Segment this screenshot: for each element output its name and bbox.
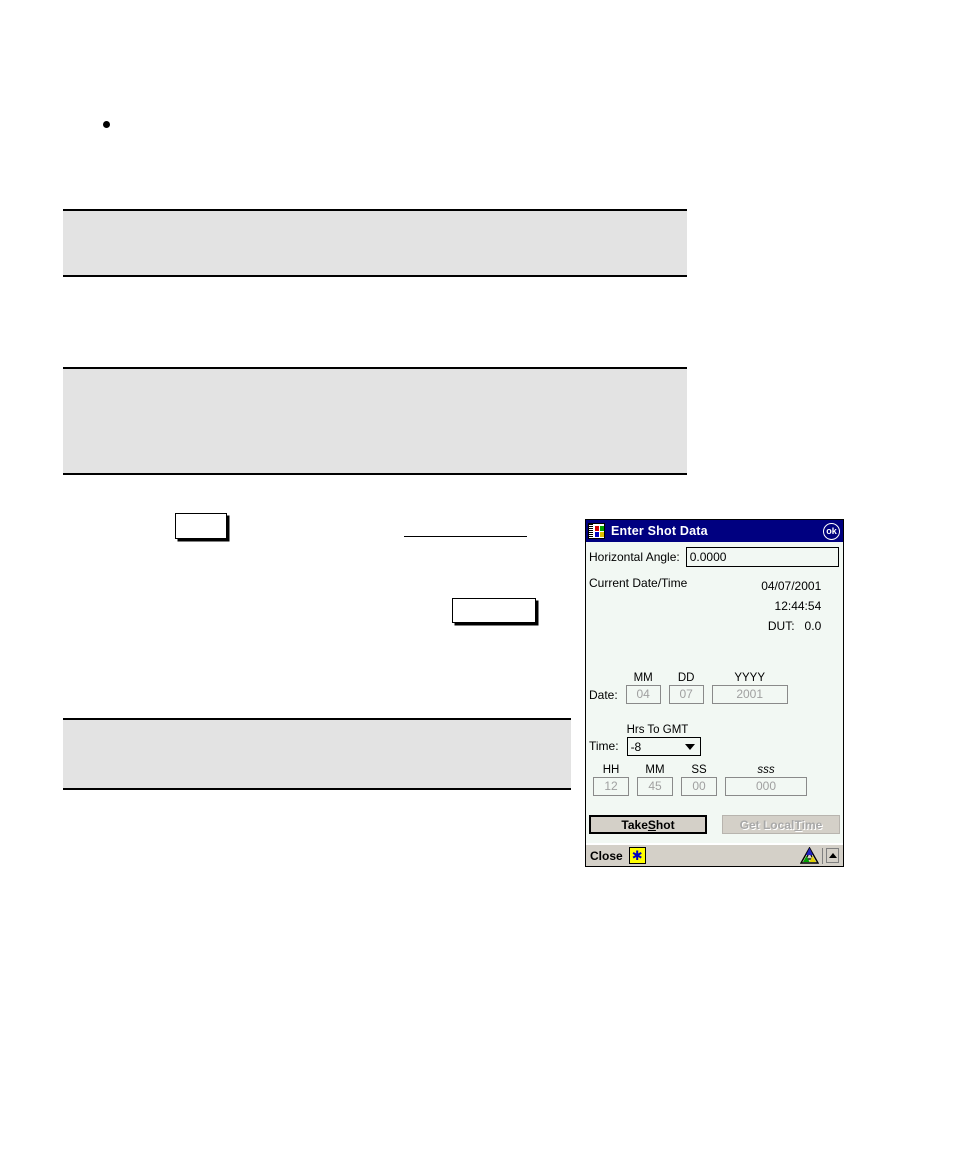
date-day-caption: DD (677, 672, 695, 684)
date-year-input[interactable]: 2001 (711, 685, 788, 704)
time-millisecond-caption: sss (757, 764, 775, 776)
take-shot-accel-key: S (647, 817, 656, 832)
dialog-client-area: Horizontal Angle: 0.0000 Current Date/Ti… (586, 542, 843, 839)
date-year-group: YYYY 2001 (711, 672, 788, 704)
dialog-button-bar: Take Shot Get Local Time (586, 815, 843, 834)
empty-box-1 (175, 513, 227, 539)
bullet-marker (103, 121, 110, 128)
taskbar-close-button[interactable]: Close (590, 849, 623, 863)
chevron-down-icon (684, 743, 695, 750)
date-month-group: MM 04 (625, 672, 661, 704)
taskbar-divider (822, 847, 823, 864)
time-hour-input[interactable]: 12 (593, 777, 629, 796)
gmt-offset-group: Hrs To GMT -8 (626, 724, 701, 756)
time-second-input[interactable]: 00 (681, 777, 717, 796)
date-year-caption: YYYY (734, 672, 766, 684)
redacted-block-1 (63, 209, 687, 277)
redacted-block-2 (63, 367, 687, 475)
survey-triangle-icon[interactable] (799, 846, 820, 864)
horizontal-angle-row: Horizontal Angle: 0.0000 (586, 542, 843, 567)
horizontal-angle-input[interactable]: 0.0000 (685, 547, 839, 567)
current-date-value: 04/07/2001 (761, 579, 822, 593)
up-arrow-icon[interactable] (826, 848, 839, 863)
time-label: Time: (589, 739, 619, 753)
dut-value: DUT: 0.0 (767, 619, 822, 633)
date-month-caption: MM (633, 672, 653, 684)
get-local-time-button[interactable]: Get Local Time (722, 815, 840, 834)
time-minute-input[interactable]: 45 (637, 777, 673, 796)
date-day-group: DD 07 (668, 672, 704, 704)
book-icon (588, 523, 605, 539)
time-hour-caption: HH (602, 764, 620, 776)
enter-shot-data-dialog: Enter Shot Data ok Horizontal Angle: 0.0… (585, 519, 844, 867)
date-section: Date: MM 04 DD 07 YYYY 2001 (586, 672, 843, 704)
time-hour-group: HH 12 (593, 764, 629, 796)
gmt-offset-caption: Hrs To GMT (626, 724, 689, 736)
time-section: Time: Hrs To GMT -8 (586, 724, 843, 756)
horizontal-rule (404, 536, 527, 537)
gmt-offset-select[interactable]: -8 (626, 737, 701, 756)
time-minute-group: MM 45 (637, 764, 673, 796)
dialog-titlebar: Enter Shot Data ok (586, 520, 843, 542)
time-minute-caption: MM (645, 764, 665, 776)
take-shot-label-pre: Take (621, 817, 648, 832)
current-datetime-values: 04/07/2001 12:44:54 DUT: 0.0 (699, 576, 821, 636)
get-local-time-accel-key: T (794, 817, 802, 832)
time-millisecond-group: sss 000 (725, 764, 807, 796)
get-local-time-label-post: ime (801, 817, 823, 832)
get-local-time-label-pre: Get Local (739, 817, 795, 832)
take-shot-button[interactable]: Take Shot (589, 815, 707, 834)
current-datetime-label: Current Date/Time (589, 576, 688, 590)
current-datetime-row: Current Date/Time 04/07/2001 12:44:54 DU… (586, 567, 843, 636)
redacted-block-3 (63, 718, 571, 790)
time-millisecond-input[interactable]: 000 (725, 777, 807, 796)
ok-button[interactable]: ok (823, 522, 840, 540)
taskbar: Close ✱ (586, 843, 843, 866)
gmt-offset-value: -8 (630, 739, 642, 754)
asterisk-icon[interactable]: ✱ (628, 847, 646, 864)
date-day-input[interactable]: 07 (668, 685, 704, 704)
time-second-caption: SS (691, 764, 707, 776)
empty-box-2 (452, 598, 536, 623)
date-month-input[interactable]: 04 (625, 685, 661, 704)
dialog-title: Enter Shot Data (611, 524, 708, 538)
horizontal-angle-label: Horizontal Angle: (589, 550, 680, 564)
current-time-value: 12:44:54 (774, 599, 822, 613)
time-second-group: SS 00 (681, 764, 717, 796)
date-label: Date: (589, 688, 618, 702)
take-shot-label-post: hot (655, 817, 675, 832)
time-fields-row: HH 12 MM 45 SS 00 sss 000 (586, 764, 815, 796)
